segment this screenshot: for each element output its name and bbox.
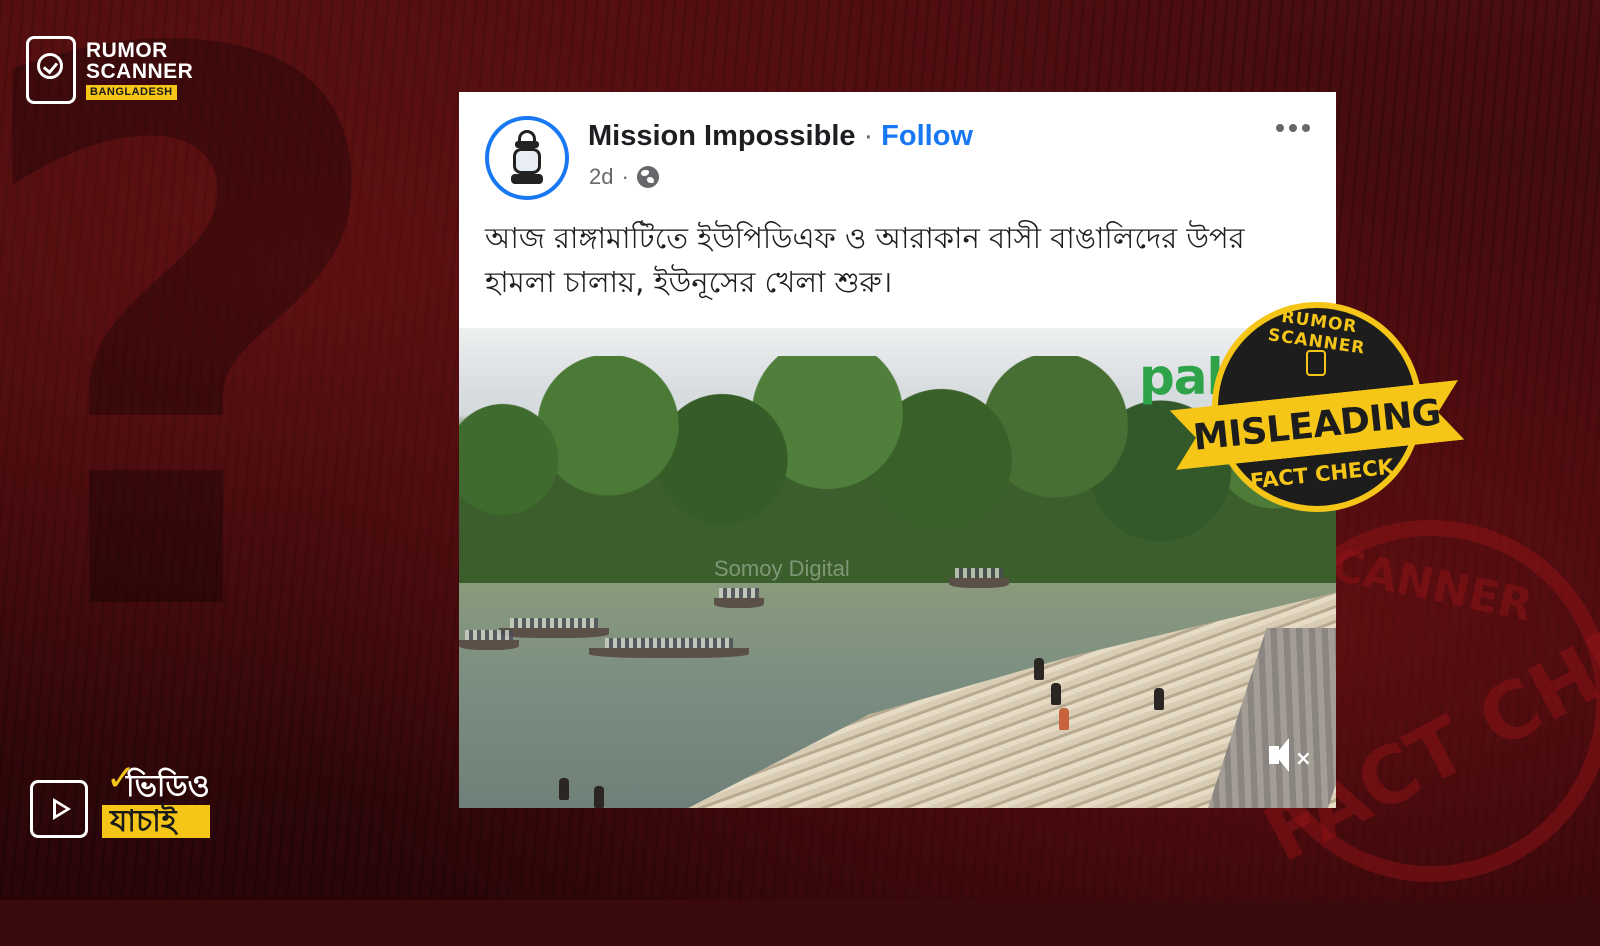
post-text: আজ রাঙ্গামাটিতে ইউপিডিএফ ও আরাকান বাসী ব… [485,221,1245,299]
logo-line-1: RUMOR [86,39,168,62]
video-yachai-badge: ✓ ভিডিও যাচাই [30,758,210,838]
header-separator: · [863,120,874,152]
follow-button[interactable]: Follow [881,120,973,153]
person [559,778,569,800]
globe-icon [636,166,659,188]
mute-icon[interactable]: × [1267,738,1312,778]
person [1051,683,1061,705]
phone-check-icon [26,36,76,104]
boat [589,638,749,658]
more-options-icon[interactable] [1276,124,1310,132]
post-meta: 2d · [589,164,659,190]
logo-line-2: SCANNER [86,60,194,83]
play-icon [30,780,88,838]
check-icon: ✓ [106,758,137,799]
boat [459,630,519,650]
boat [714,588,764,608]
video-watermark: pal [1139,348,1224,406]
rumor-scanner-logo: RUMOR SCANNER BANGLADESH [26,36,193,104]
meta-separator: · [621,164,629,189]
video-yachai-line-2: যাচাই [102,805,210,838]
boat [949,568,1009,588]
post-header: Mission Impossible · Follow [588,120,973,153]
lantern-icon [509,130,545,186]
person [1059,708,1069,730]
logo-text: RUMOR SCANNER BANGLADESH [86,40,193,100]
page-avatar[interactable] [485,116,569,200]
background-question-mark: ? [0,0,401,782]
person [594,786,604,808]
boat [499,618,609,638]
page-name[interactable]: Mission Impossible [588,120,856,153]
stamp-phone-icon [1306,350,1326,376]
video-watermark-2: Somoy Digital [714,556,850,581]
post-time[interactable]: 2d [589,164,613,190]
person [1034,658,1044,680]
logo-line-3: BANGLADESH [86,85,177,100]
person [1154,688,1164,710]
post-video[interactable]: pal Somoy Digital × [459,328,1336,808]
